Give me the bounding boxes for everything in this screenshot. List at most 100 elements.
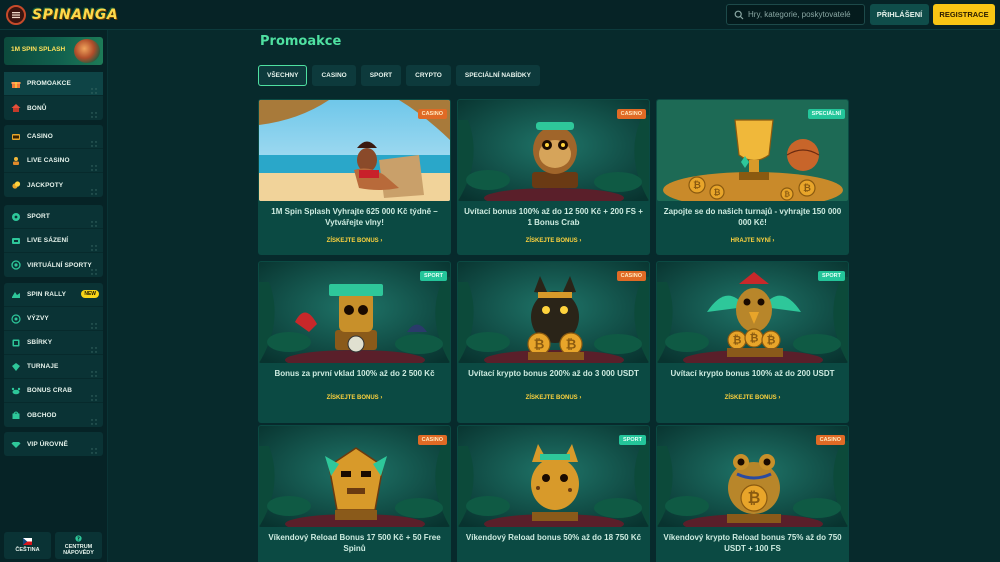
sidebar-item-sport[interactable]: SPORT (4, 205, 103, 229)
drag-handle-icon[interactable] (91, 340, 97, 353)
category-tag: SPORT (619, 435, 646, 445)
svg-text:₿: ₿ (803, 183, 811, 194)
svg-text:₿: ₿ (693, 180, 701, 191)
promo-card-title: Víkendový Reload Bonus 17 500 Kč + 50 Fr… (268, 533, 441, 553)
drag-handle-icon[interactable] (91, 316, 97, 329)
logo[interactable]: SPINANGA (30, 3, 118, 28)
sidebar-item-casino[interactable]: CASINO (4, 125, 103, 149)
register-button[interactable]: REGISTRACE (933, 4, 995, 25)
sidebar-item-jackpoty[interactable]: JACKPOTY (4, 173, 103, 197)
promo-card-title: Víkendový Reload bonus 50% až do 18 750 … (465, 533, 642, 542)
new-badge: NEW (81, 290, 99, 298)
drag-handle-icon[interactable] (91, 238, 97, 251)
help-center-button[interactable]: ? CENTRUM NÁPOVĚDY (55, 532, 102, 559)
promo-card-title: Zapojte se do našich turnajů - vyhrajte … (663, 207, 842, 227)
promo-card-title: Víkendový krypto Reload bonus 75% až do … (663, 533, 842, 553)
promo-card[interactable]: CASINO Víkendový Reload Bonus 17 500 Kč +… (258, 425, 451, 562)
drag-handle-icon[interactable] (91, 158, 97, 171)
drag-handle-icon[interactable] (91, 81, 97, 94)
category-tag: CASINO (616, 271, 646, 281)
svg-text:₿: ₿ (534, 337, 545, 352)
sidebar-item-label: JACKPOTY (27, 181, 64, 189)
search-input[interactable] (748, 7, 862, 22)
promo-card-title: Bonus za první vklad 100% až do 2 500 Kč (274, 369, 435, 378)
sidebar-group: SPIN RALLY NEW VÝZVY SBÍRKY TURNAJE BONUS CRA… (4, 283, 103, 427)
rally-icon (11, 290, 21, 300)
menu-toggle-button[interactable] (6, 5, 26, 25)
category-tag: CASINO (417, 109, 447, 119)
category-tag: CASINO (815, 435, 845, 445)
target-icon (11, 313, 21, 324)
drag-handle-icon[interactable] (91, 412, 97, 425)
sidebar-item-spin-rally[interactable]: SPIN RALLY NEW (4, 283, 103, 307)
category-tag: CASINO (417, 435, 447, 445)
filter-tabs: VŠECHNY CASINO SPORT CRYPTO SPECIÁLNÍ NA… (258, 65, 540, 86)
coins-icon (11, 180, 21, 190)
virtual-icon (11, 260, 21, 270)
promo-card[interactable]: ₿ ₿ ₿ ₿ SPECIÁLNÍ Zapojte se do našich turnaj… (656, 99, 849, 255)
banner-character-image (74, 39, 100, 63)
sidebar-item-vip-urovne[interactable]: VIP ÚROVNĚ (4, 432, 103, 456)
sidebar-item-vyzvy[interactable]: VÝZVY (4, 307, 103, 331)
slot-icon (11, 132, 21, 142)
tab-casino[interactable]: CASINO (312, 65, 356, 86)
sidebar-item-bonu[interactable]: BONŮ (4, 96, 103, 120)
promo-card-title: Uvítací krypto bonus 200% až do 3 000 US… (468, 369, 639, 378)
drag-handle-icon[interactable] (91, 388, 97, 401)
drag-handle-icon[interactable] (91, 105, 97, 118)
sidebar-item-live-sazeni[interactable]: LIVE SÁZENÍ (4, 229, 103, 253)
dealer-icon (11, 156, 21, 166)
promo-card-title: Uvítací bonus 100% až do 12 500 Kč + 200… (464, 207, 643, 227)
promo-card[interactable]: SPORT Víkendový Reload bonus 50% až do 18… (457, 425, 650, 562)
promo-card-cta-link[interactable]: ZÍSKEJTE BONUS (457, 395, 650, 401)
sidebar-item-sbirky[interactable]: SBÍRKY (4, 331, 103, 355)
tab-sport[interactable]: SPORT (360, 65, 402, 86)
sidebar-item-label: CASINO (27, 133, 53, 140)
svg-text:₿: ₿ (566, 337, 577, 352)
sidebar-item-label: OBCHOD (27, 411, 57, 419)
tab-special-offers[interactable]: SPECIÁLNÍ NABÍDKY (455, 65, 540, 86)
promo-card[interactable]: ₿ ₿ ₿ SPORT Uvítací krypto bonus 100% až do … (656, 261, 849, 423)
spin-splash-banner[interactable]: 1M SPIN SPLASH (4, 37, 103, 65)
drag-handle-icon[interactable] (91, 441, 97, 454)
sidebar-item-virtualni-sporty[interactable]: VIRTUÁLNÍ SPORTY (4, 253, 103, 277)
promo-card[interactable]: CASINO Uvítací bonus 100% až do 12 500 Kč… (457, 99, 650, 255)
svg-text:₿: ₿ (784, 189, 790, 198)
tab-all[interactable]: VŠECHNY (258, 65, 308, 86)
promo-card[interactable]: ₿ CASINO Víkendový krypto Reload bonus 75%… (656, 425, 849, 562)
sidebar-item-label: PROMOAKCE (27, 80, 71, 87)
search-box[interactable] (726, 4, 865, 25)
crab-icon (11, 386, 21, 396)
promo-card[interactable]: ₿ ₿ CASINO Uvítací krypto bonus 200% až do … (457, 261, 650, 423)
help-label: CENTRUM NÁPOVĚDY (63, 544, 94, 556)
promo-card-cta-link[interactable]: ZÍSKEJTE BONUS (656, 395, 849, 401)
sidebar-group: SPORT LIVE SÁZENÍ VIRTUÁLNÍ SPORTY (4, 205, 103, 277)
ball-icon (11, 212, 21, 222)
sidebar-item-turnaje[interactable]: TURNAJE (4, 355, 103, 379)
tab-crypto[interactable]: CRYPTO (406, 65, 451, 86)
drag-handle-icon[interactable] (91, 262, 97, 275)
promo-card[interactable]: SPORT Bonus za první vklad 100% až do 2 5… (258, 261, 451, 423)
svg-text:₿: ₿ (767, 334, 776, 347)
gift-icon (11, 79, 21, 89)
sidebar-item-bonus-crab[interactable]: BONUS CRAB (4, 379, 103, 403)
promo-card-cta-link[interactable]: ZÍSKEJTE BONUS (457, 238, 650, 244)
drag-handle-icon[interactable] (91, 364, 97, 377)
drag-handle-icon[interactable] (91, 182, 97, 195)
logo-text: SPINANGA (32, 7, 119, 23)
drag-handle-icon[interactable] (91, 214, 97, 227)
promo-card-cta-link[interactable]: ZÍSKEJTE BONUS (258, 395, 451, 401)
promo-card-cta-link[interactable]: ZÍSKEJTE BONUS (258, 238, 451, 244)
login-button[interactable]: PŘIHLÁŠENÍ (870, 4, 929, 25)
house-icon (11, 103, 21, 113)
sidebar-item-live-casino[interactable]: LIVE CASINO (4, 149, 103, 173)
sidebar-item-label: SBÍRKY (27, 339, 53, 346)
drag-handle-icon[interactable] (91, 134, 97, 147)
language-button[interactable]: ČEŠTINA (4, 532, 51, 559)
sidebar-item-obchod[interactable]: OBCHOD (4, 403, 103, 427)
promo-card[interactable]: CASINO 1M Spin Splash Vyhrajte 625 000 Kč… (258, 99, 451, 255)
sidebar-item-label: TURNAJE (27, 363, 59, 370)
promo-card-cta-link[interactable]: HRAJTE NYNÍ (656, 238, 849, 244)
sidebar-item-label: SPIN RALLY (27, 291, 67, 298)
sidebar-item-promoakce[interactable]: PROMOAKCE (4, 72, 103, 96)
